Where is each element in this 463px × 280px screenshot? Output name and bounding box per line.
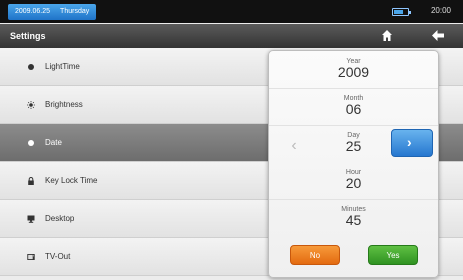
settings-item-label: Desktop [45,214,75,223]
status-date: 2009.06.25 [15,8,51,15]
chevron-right-icon: › [407,134,412,150]
settings-item-label: Date [45,138,62,147]
field-value: 20 [345,175,362,191]
field-value: 2009 [337,64,370,80]
settings-item-label: LightTime [45,62,80,71]
desktop-icon [27,215,35,223]
field-value: 45 [345,212,362,228]
next-field-button[interactable]: › [391,129,433,157]
status-weekday: Thursday [60,8,90,15]
settings-item-label: TV-Out [45,252,71,261]
home-icon[interactable] [382,30,392,41]
settings-item-label: Key Lock Time [45,176,98,185]
status-time: 20:00 [430,6,451,15]
dot-icon [28,139,34,146]
tv-icon [27,253,35,260]
month-field[interactable]: Month 06 [269,91,438,126]
title-bar: Settings [0,24,463,48]
yes-button[interactable]: Yes [368,245,418,265]
status-bar: 2009.06.25 Thursday 20:00 [0,0,463,23]
back-arrow-icon[interactable] [432,30,444,41]
dot-icon [28,63,34,70]
page-title: Settings [10,31,46,41]
battery-icon [392,8,411,16]
no-button[interactable]: No [290,245,340,265]
minutes-field[interactable]: Minutes 45 [269,202,438,237]
previous-field-button[interactable]: ‹ [283,135,305,157]
lock-icon [28,176,34,185]
field-value: 06 [345,101,362,117]
year-field[interactable]: Year 2009 [269,54,438,89]
date-badge: 2009.06.25 Thursday [8,4,97,20]
hour-field[interactable]: Hour 20 [269,165,438,200]
settings-item-label: Brightness [45,100,83,109]
sun-icon [27,100,35,109]
date-picker-panel: Year 2009 Month 06 Day 25 ‹ › Hour 20 Mi… [268,50,439,278]
chevron-left-icon: ‹ [291,137,297,154]
